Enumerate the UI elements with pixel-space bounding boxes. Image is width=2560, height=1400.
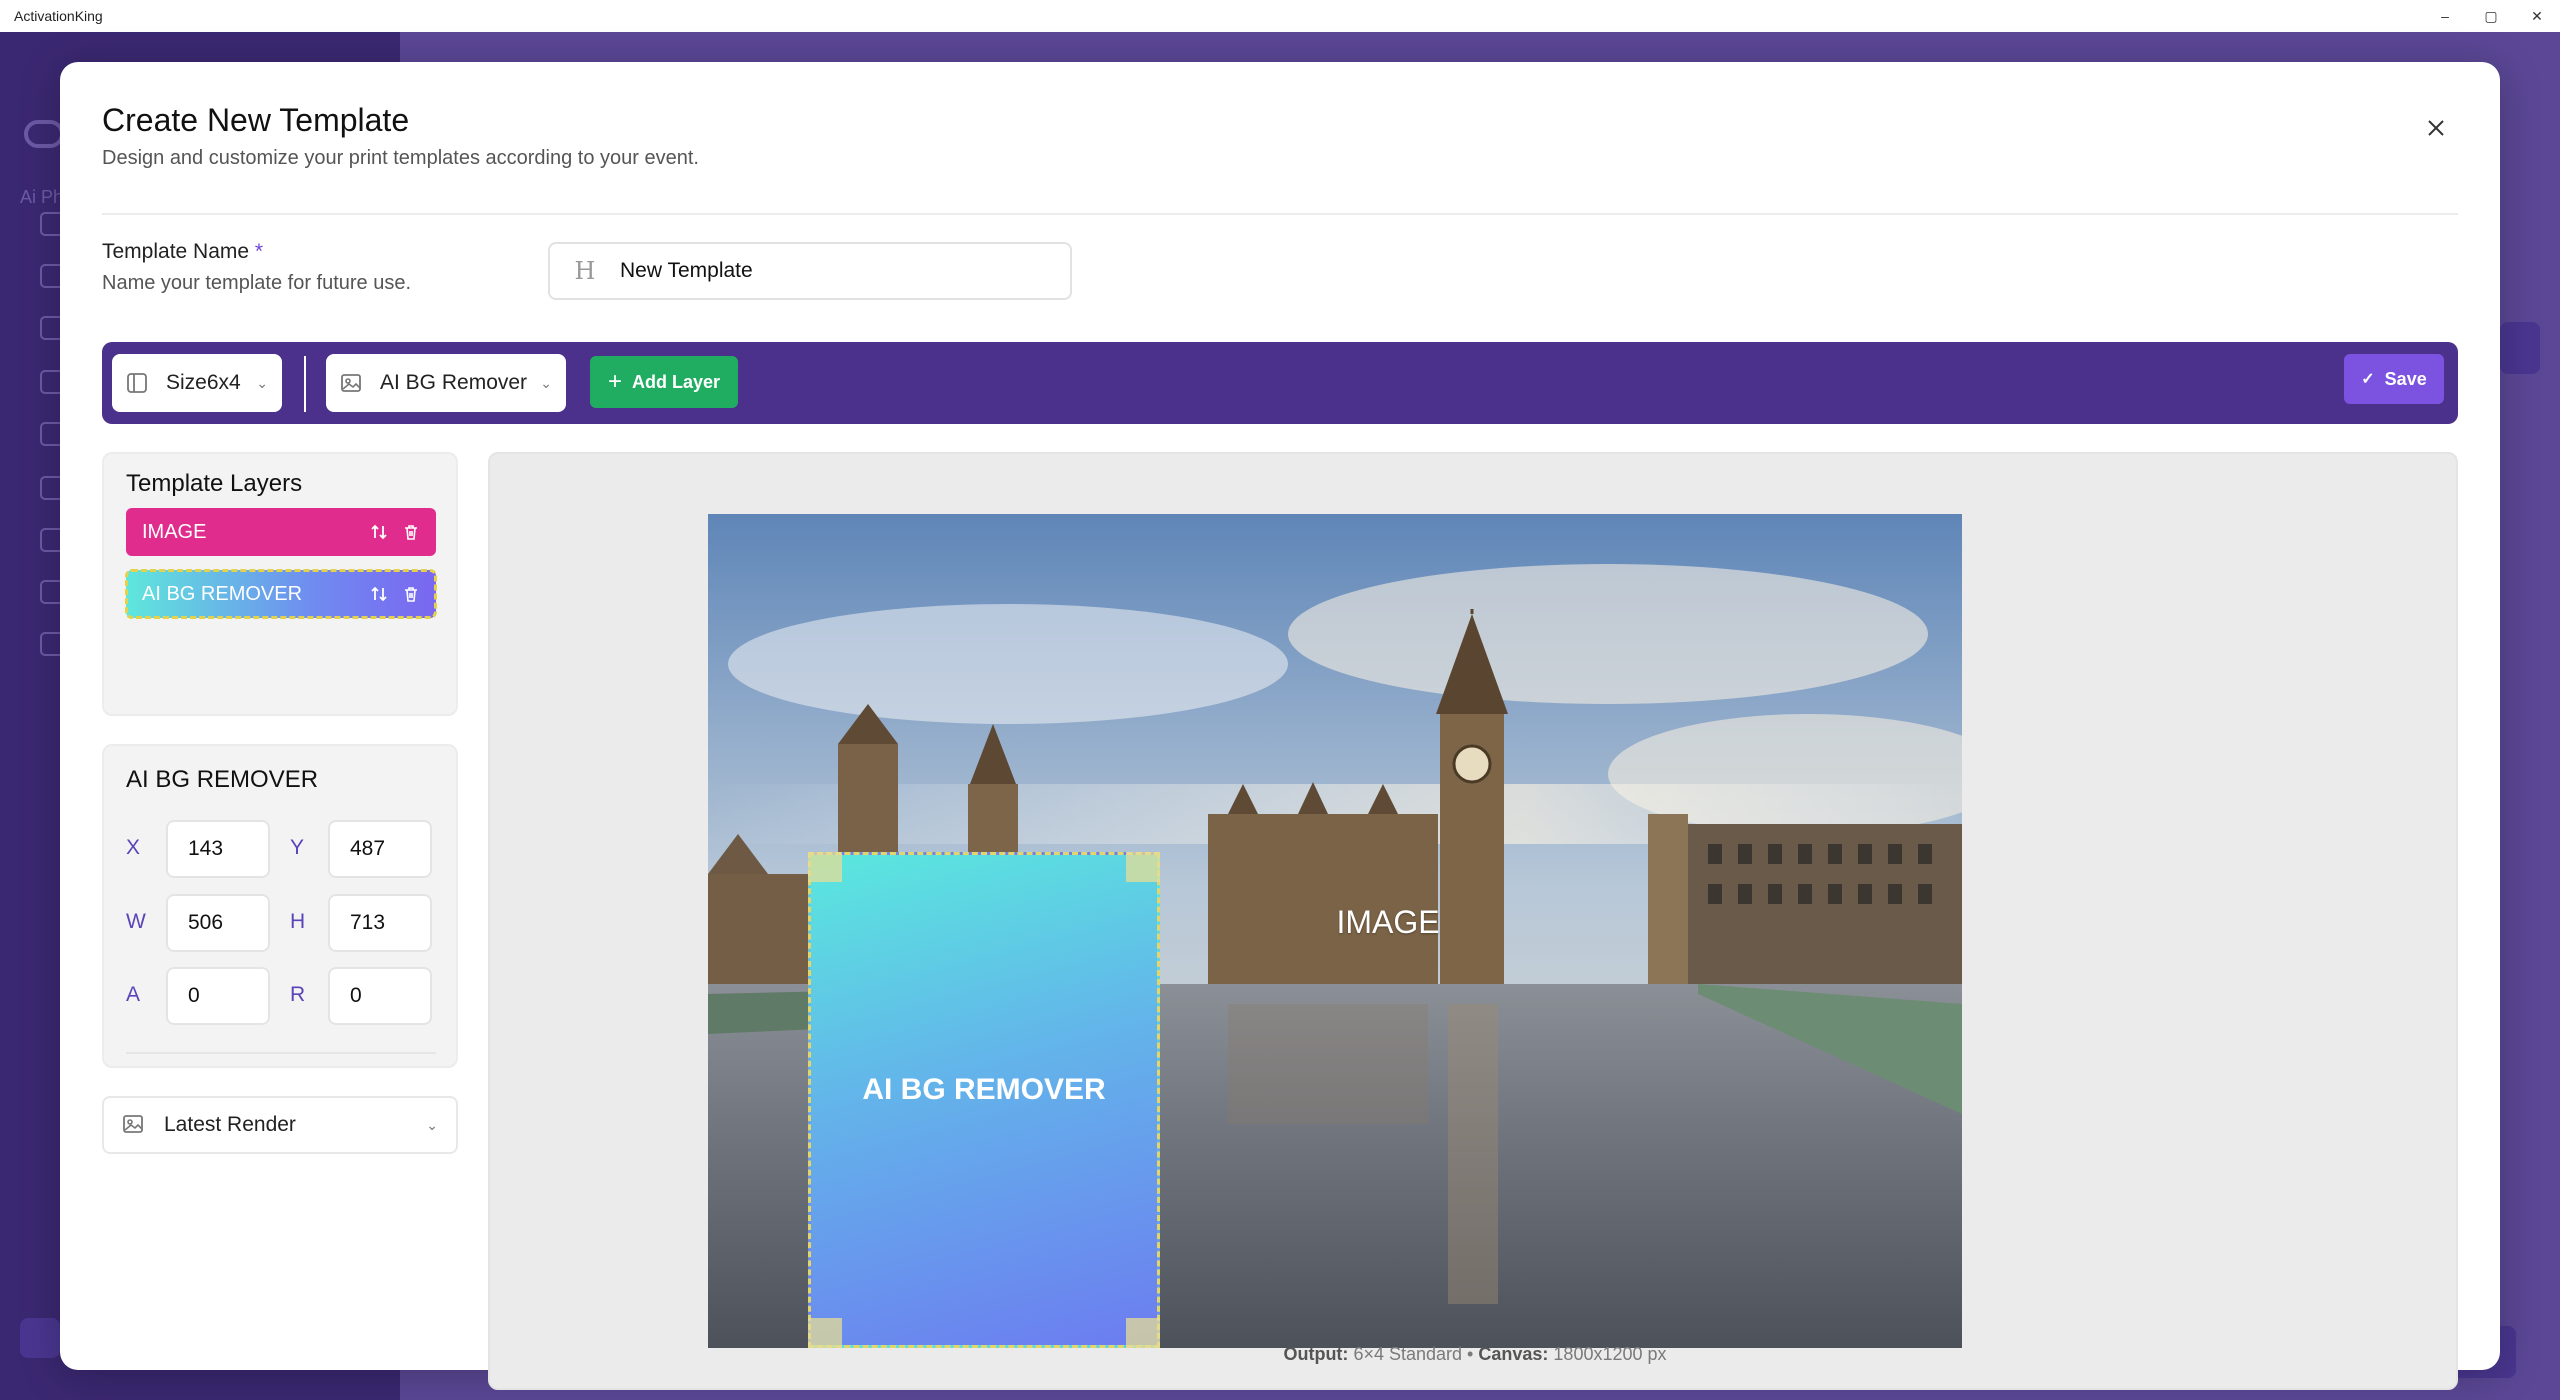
size-select-value: Size6x4 (166, 371, 241, 394)
window-controls: – ▢ ✕ (2422, 0, 2560, 32)
resize-handle[interactable] (808, 852, 842, 882)
layer-item-image[interactable]: IMAGE (126, 508, 436, 556)
reorder-icon[interactable] (370, 585, 388, 603)
template-name-label: Template Name * (102, 240, 263, 264)
add-layer-label: Add Layer (631, 371, 721, 392)
save-button[interactable]: ✓ Save (2344, 354, 2444, 404)
background-button (20, 1318, 60, 1358)
canvas-value: 1800x1200 px (1553, 1344, 1667, 1364)
layout-icon (126, 371, 150, 395)
canvas-info: Output: 6×4 Standard • Canvas: 1800x1200… (490, 1344, 2460, 1365)
layers-panel-title: Template Layers (126, 470, 303, 497)
size-select[interactable]: Size6x4 ⌄ (112, 354, 282, 412)
properties-title: AI BG REMOVER (126, 766, 319, 793)
close-icon (2428, 120, 2444, 136)
y-input[interactable]: 487 (328, 820, 432, 878)
create-template-modal: Create New Template Design and customize… (60, 62, 2500, 1390)
toolbar-separator (304, 356, 306, 412)
a-input[interactable]: 0 (166, 967, 270, 1025)
a-label: A (126, 983, 141, 1006)
w-input[interactable]: 506 (166, 894, 270, 952)
image-edit-icon (340, 371, 364, 395)
image-icon (122, 1113, 146, 1137)
close-button[interactable] (2416, 108, 2456, 148)
delete-icon[interactable] (402, 523, 420, 541)
y-label: Y (290, 836, 305, 859)
delete-icon[interactable] (402, 585, 420, 603)
check-icon: ✓ (2361, 371, 2375, 388)
template-canvas[interactable]: IMAGE AI BG REMOVER (708, 514, 1962, 1348)
template-layers-panel: Template Layers IMAGE AI BG REMOVER (102, 452, 458, 716)
h-label: H (290, 910, 306, 933)
layer-label: AI BG REMOVER (142, 582, 303, 605)
chevron-down-icon: ⌄ (540, 374, 552, 391)
reorder-icon[interactable] (370, 523, 388, 541)
chevron-down-icon: ⌄ (426, 1116, 438, 1133)
template-toolbar: Size6x4 ⌄ AI BG Remover ⌄ + Add Layer ✓ … (102, 342, 2458, 424)
h-input[interactable]: 713 (328, 894, 432, 952)
x-label: X (126, 836, 141, 859)
chevron-down-icon: ⌄ (256, 374, 268, 391)
window-titlebar: ActivationKing – ▢ ✕ (0, 0, 2560, 32)
image-layer-label: IMAGE (1336, 904, 1440, 940)
properties-divider (126, 1052, 436, 1054)
save-label: Save (2384, 368, 2427, 389)
background-button (2500, 322, 2540, 374)
plus-icon: + (607, 368, 622, 395)
restore-icon[interactable]: ▢ (2468, 0, 2514, 32)
x-input[interactable]: 143 (166, 820, 270, 878)
template-name-description: Name your template for future use. (102, 272, 412, 294)
template-name-input[interactable] (620, 259, 1050, 283)
ai-bg-remover-layer[interactable]: AI BG REMOVER (808, 852, 1160, 1348)
app-title: ActivationKing (14, 8, 103, 24)
background-label: Ai Ph (20, 187, 64, 207)
heading-icon: H (574, 257, 596, 285)
window-close-icon[interactable]: ✕ (2514, 0, 2560, 32)
layer-properties-panel: AI BG REMOVER X 143 Y 487 W 506 H 713 A … (102, 744, 458, 1068)
footer-separator: • (1467, 1344, 1474, 1364)
layer-label: IMAGE (142, 520, 207, 543)
r-input[interactable]: 0 (328, 967, 432, 1025)
w-label: W (126, 910, 146, 933)
layer-type-select[interactable]: AI BG Remover ⌄ (326, 354, 566, 412)
latest-render-select[interactable]: Latest Render ⌄ (102, 1096, 458, 1154)
canvas-area: IMAGE AI BG REMOVER Output: 6×4 Standard… (488, 452, 2458, 1390)
add-layer-button[interactable]: + Add Layer (590, 356, 738, 408)
canvas-label: Canvas: (1478, 1344, 1549, 1364)
r-label: R (290, 983, 306, 1006)
minimize-icon[interactable]: – (2422, 0, 2468, 32)
template-name-label-text: Template Name (102, 240, 250, 263)
modal-subtitle: Design and customize your print template… (102, 147, 699, 169)
header-divider (102, 213, 2458, 215)
output-value: 6×4 Standard (1353, 1344, 1463, 1364)
brand-logo (24, 120, 64, 148)
required-marker: * (254, 240, 264, 263)
layer-item-ai-bg-remover[interactable]: AI BG REMOVER (125, 569, 437, 619)
template-name-field[interactable]: H (548, 242, 1072, 300)
latest-render-label: Latest Render (164, 1113, 296, 1136)
modal-title: Create New Template (102, 102, 410, 138)
layer-type-value: AI BG Remover (380, 371, 528, 394)
resize-handle[interactable] (1126, 852, 1160, 882)
output-label: Output: (1283, 1344, 1349, 1364)
ai-bg-remover-layer-label: AI BG REMOVER (862, 1073, 1106, 1106)
